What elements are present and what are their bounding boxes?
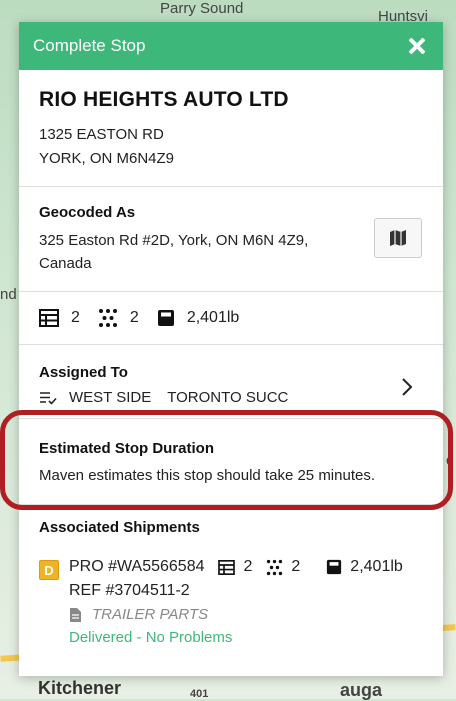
table-icon [39,309,59,327]
shipment-status: Delivered - No Problems [69,629,233,646]
duration-text: Maven estimates this stop should take 25… [39,467,376,484]
map-label-parry-sound: Parry Sound [160,0,244,17]
geocoded-address-line1: 325 Easton Rd #2D, York, ON M6N 4Z9, [39,232,309,249]
shipment-description: TRAILER PARTS [69,606,423,623]
assigned-route: WEST SIDE [69,389,152,406]
assigned-label: Assigned To [39,364,128,381]
delivery-badge: D [39,560,59,580]
geocoded-address-line2: Canada [39,255,92,272]
table-icon [218,559,236,575]
map-icon [390,230,406,246]
geocoded-section: Geocoded As 325 Easton Rd #2D, York, ON … [19,187,443,292]
shipment-items: 2 [218,558,252,576]
pallets-stat: 2 [98,308,139,328]
shipment-weight: 2,401lb [326,558,403,576]
stats-section: 2 2 2,401lb [19,292,443,345]
weight-icon [326,559,342,575]
assigned-depot: TORONTO SUCC [167,389,289,406]
shipment-pallets: 2 [266,558,300,576]
document-icon [69,607,82,623]
company-section: RIO HEIGHTS AUTO LTD 1325 EASTON RD YORK… [19,70,443,187]
map-label-401: 401 [190,688,209,700]
view-map-button[interactable] [374,218,422,258]
items-count: 2 [71,309,80,326]
duration-section: Estimated Stop Duration Maven estimates … [19,419,443,505]
items-stat: 2 [39,309,80,327]
weight-icon [157,309,175,327]
chevron-right-icon[interactable] [401,377,413,402]
assigned-section[interactable]: Assigned To WEST SIDE TORONTO SUCC [19,345,443,419]
assigned-row: WEST SIDE TORONTO SUCC [39,389,423,406]
pallets-count: 2 [129,309,139,326]
shipment-pro: PRO #WA5566584 [69,558,205,575]
shipment-weight-value: 2,401lb [350,558,403,575]
shipment-pallets-count: 2 [291,558,301,575]
shipments-section: Associated Shipments D PRO #WA5566584 2 [19,505,443,646]
shipments-label: Associated Shipments [39,519,200,536]
map-label-right: c [446,452,454,469]
company-address-line1: 1325 EASTON RD [39,126,164,143]
dots-grid-icon [266,559,283,576]
company-address-line2: YORK, ON M6N4Z9 [39,150,175,167]
duration-label: Estimated Stop Duration [39,440,215,457]
panel-title: Complete Stop [33,36,146,55]
weight-stat: 2,401lb [157,309,240,327]
shipment-description-text: TRAILER PARTS [92,606,209,623]
shipment-details: PRO #WA5566584 2 2 2,401lb REF #3704511-… [69,558,423,646]
close-icon[interactable] [405,34,429,58]
map-label-left: nd [0,286,17,303]
list-check-icon [39,391,57,405]
geocoded-label: Geocoded As [39,204,136,221]
company-name: RIO HEIGHTS AUTO LTD [39,88,289,111]
weight-value: 2,401lb [186,309,240,326]
complete-stop-panel: Complete Stop RIO HEIGHTS AUTO LTD 1325 … [19,22,443,676]
geocoded-address: 325 Easton Rd #2D, York, ON M6N 4Z9, Can… [39,229,339,275]
shipment-ref: REF #3704511-2 [69,582,190,599]
map-label-mississauga: auga [340,680,383,700]
panel-header: Complete Stop [19,22,443,70]
map-label-kitchener: Kitchener [38,678,122,698]
shipment-items-count: 2 [243,558,253,575]
shipment-summary-row: PRO #WA5566584 2 2 2,401lb [69,558,423,576]
shipment-item[interactable]: D PRO #WA5566584 2 2 2,401lb REF #370451… [39,558,423,646]
dots-grid-icon [98,308,118,328]
